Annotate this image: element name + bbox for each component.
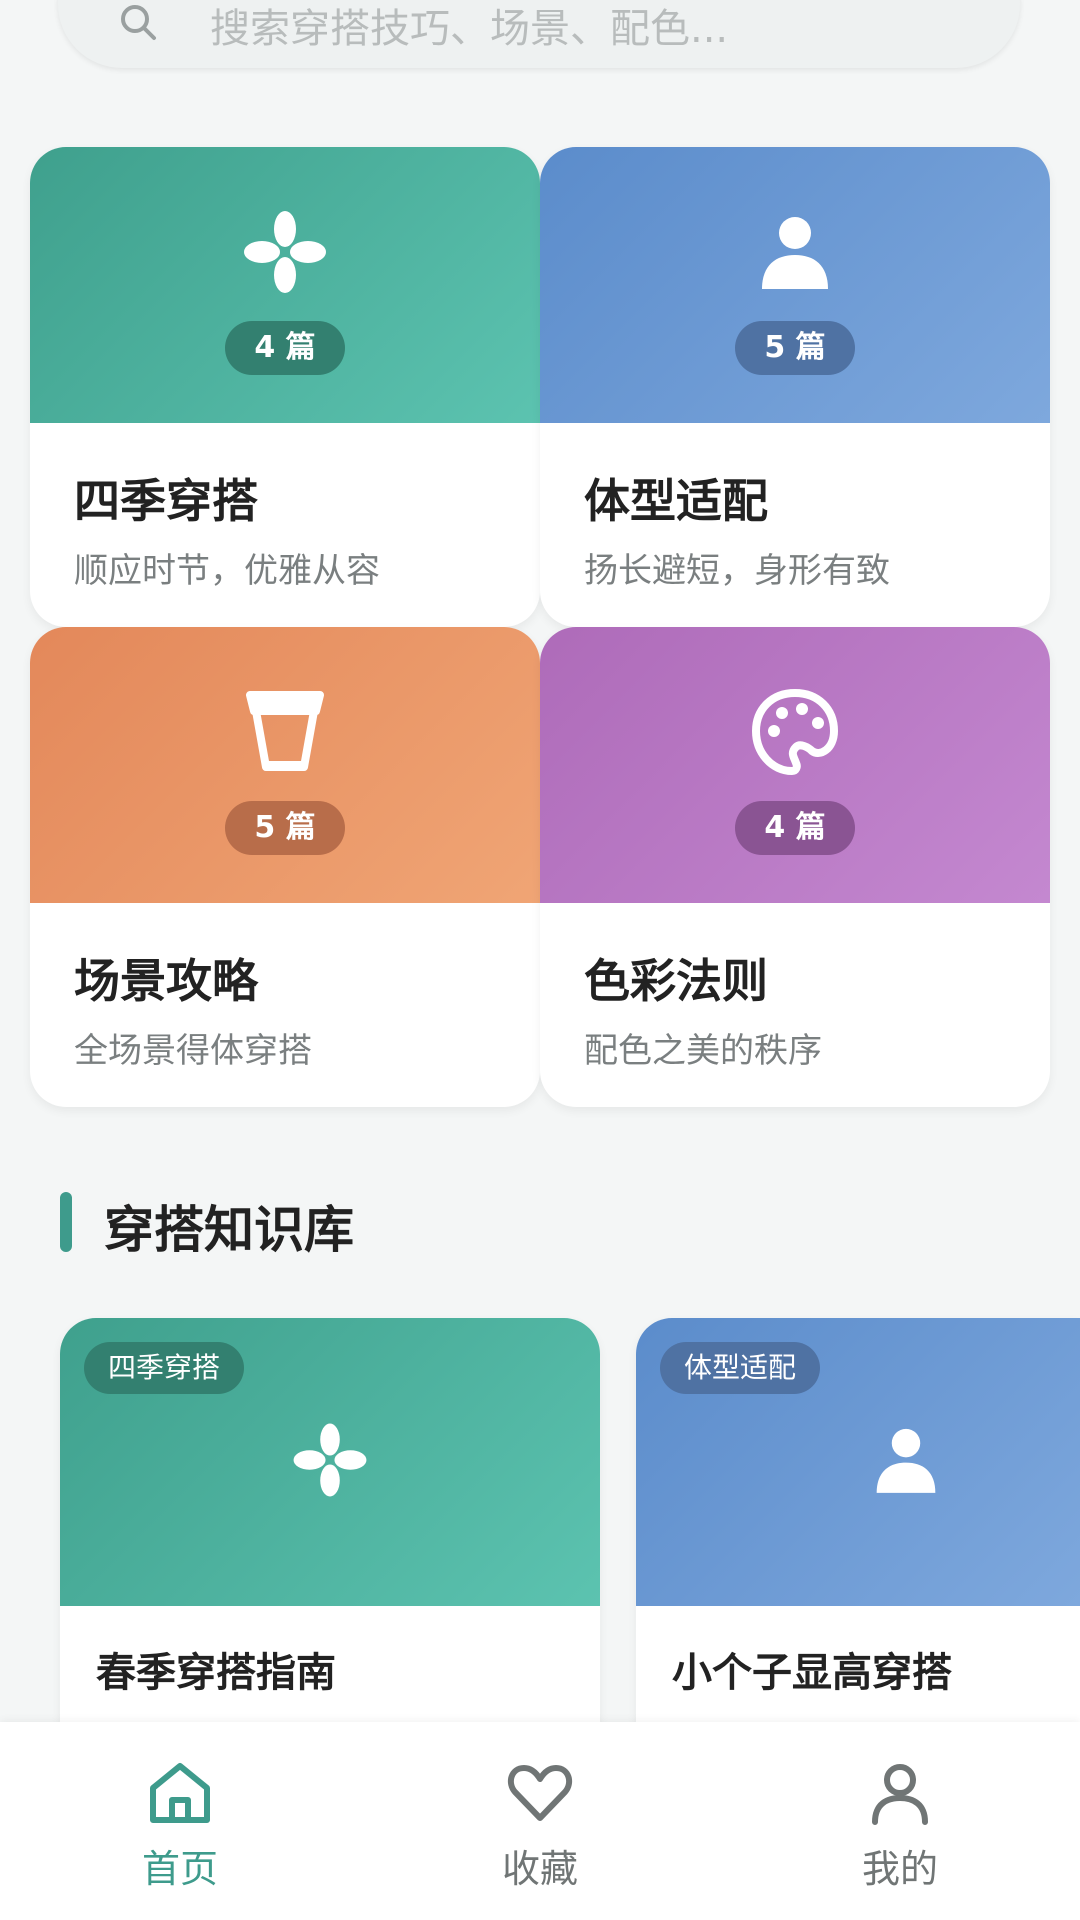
palette-icon <box>752 689 838 775</box>
category-subtitle: 全场景得体穿搭 <box>74 1031 312 1071</box>
knowledge-card[interactable]: 四季穿搭 春季穿搭指南 <box>60 1318 600 1778</box>
user-icon <box>872 1764 928 1825</box>
category-tag: 四季穿搭 <box>84 1342 245 1394</box>
person-icon <box>762 217 828 289</box>
category-banner: 5 篇 <box>540 147 1050 423</box>
cup-icon <box>246 691 324 771</box>
leaf-flower-icon <box>293 1423 367 1497</box>
home-icon <box>150 1763 210 1823</box>
category-subtitle: 顺应时节，优雅从容 <box>74 551 380 591</box>
article-count-badge: 5 篇 <box>735 321 855 375</box>
knowledge-banner: 体型适配 <box>636 1318 1080 1606</box>
app-screen: 搜索穿搭技巧、场景、配色... 4 篇 四季穿搭 顺应时节，优雅从容 5 篇 体… <box>0 0 1080 1920</box>
heart-icon <box>507 1765 573 1821</box>
category-card-scenes[interactable]: 5 篇 场景攻略 全场景得体穿搭 <box>30 627 540 1107</box>
category-tag: 体型适配 <box>660 1342 821 1394</box>
section-accent-bar <box>60 1192 72 1252</box>
category-title: 四季穿搭 <box>74 474 258 528</box>
category-banner: 4 篇 <box>30 147 540 423</box>
knowledge-banner: 四季穿搭 <box>60 1318 600 1606</box>
nav-item-home[interactable]: 首页 <box>0 1722 360 1920</box>
nav-label: 收藏 <box>501 1847 578 1891</box>
article-count-badge: 4 篇 <box>225 321 345 375</box>
category-title: 场景攻略 <box>74 954 258 1008</box>
knowledge-title: 春季穿搭指南 <box>96 1650 336 1696</box>
category-banner: 4 篇 <box>540 627 1050 903</box>
category-title: 体型适配 <box>584 474 768 528</box>
nav-label: 我的 <box>861 1847 938 1891</box>
knowledge-card[interactable]: 体型适配 小个子显高穿搭 <box>636 1318 1080 1778</box>
nav-label: 首页 <box>141 1847 218 1891</box>
category-card-body-type[interactable]: 5 篇 体型适配 扬长避短，身形有致 <box>540 147 1050 627</box>
knowledge-title: 小个子显高穿搭 <box>672 1650 952 1696</box>
category-subtitle: 扬长避短，身形有致 <box>584 551 890 591</box>
leaf-flower-icon <box>244 211 326 293</box>
article-count-badge: 5 篇 <box>225 801 345 855</box>
category-card-seasons[interactable]: 4 篇 四季穿搭 顺应时节，优雅从容 <box>30 147 540 627</box>
category-banner: 5 篇 <box>30 627 540 903</box>
nav-item-profile[interactable]: 我的 <box>720 1722 1080 1920</box>
article-count-badge: 4 篇 <box>735 801 855 855</box>
search-icon <box>121 5 156 40</box>
section-title: 穿搭知识库 <box>104 1201 354 1259</box>
category-title: 色彩法则 <box>584 954 768 1008</box>
search-bar[interactable]: 搜索穿搭技巧、场景、配色... <box>58 0 1020 68</box>
search-input[interactable]: 搜索穿搭技巧、场景、配色... <box>210 0 728 54</box>
person-icon <box>876 1428 936 1493</box>
bottom-nav: 首页 收藏 我的 <box>0 1722 1080 1920</box>
category-subtitle: 配色之美的秩序 <box>584 1031 822 1071</box>
category-card-colors[interactable]: 4 篇 色彩法则 配色之美的秩序 <box>540 627 1050 1107</box>
nav-item-favorites[interactable]: 收藏 <box>360 1722 720 1920</box>
